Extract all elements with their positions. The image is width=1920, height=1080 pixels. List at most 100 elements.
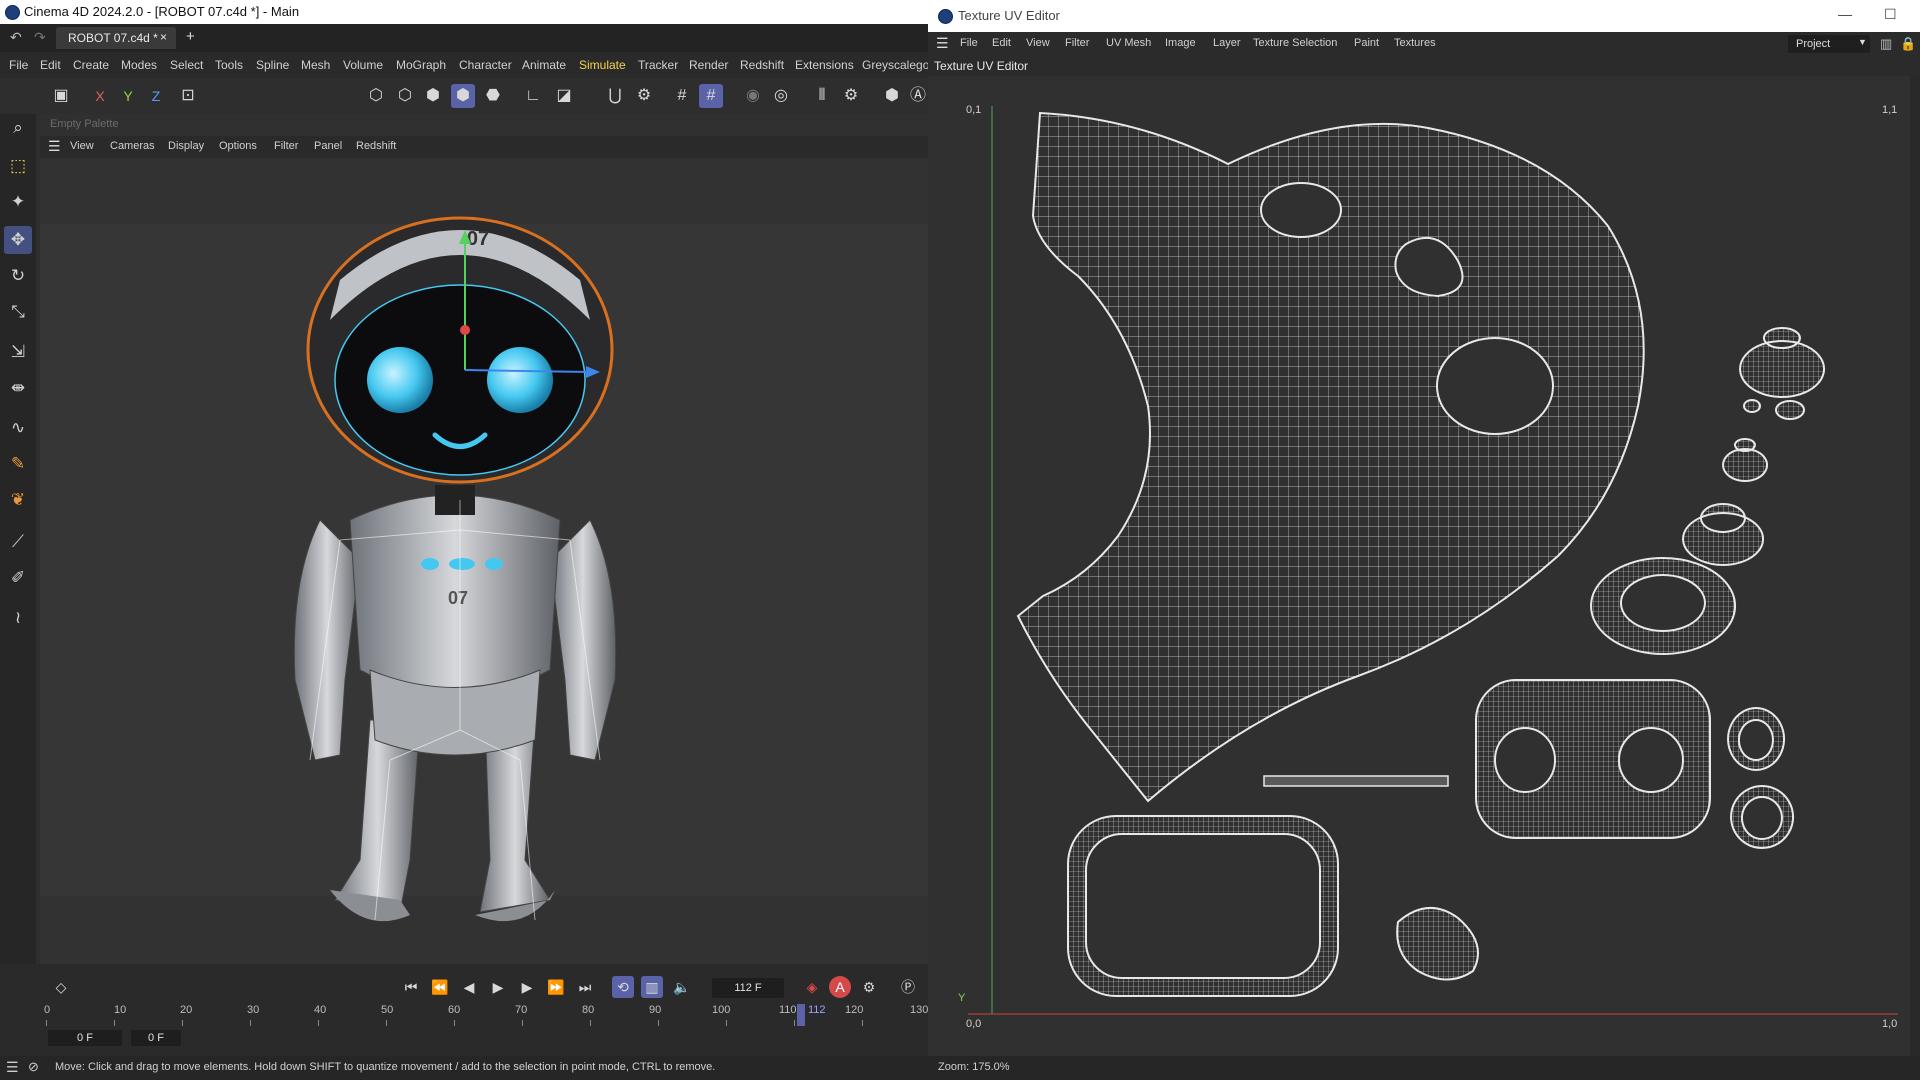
workplane-grid-icon[interactable]: # (699, 84, 723, 108)
viewport-menu-cameras[interactable]: Cameras (110, 140, 155, 152)
coordinate-system-icon[interactable]: ⊡ (176, 84, 200, 108)
previous-key-icon[interactable]: ⏪ (429, 976, 451, 998)
points-mode-icon[interactable]: ⬡ (364, 84, 388, 108)
axis-y-toggle[interactable]: Y (116, 84, 140, 108)
menu-extensions[interactable]: Extensions (795, 58, 854, 72)
status-menu-icon[interactable]: ☰ (6, 1059, 19, 1076)
move-tool-icon[interactable]: ✥ (4, 226, 32, 254)
menu-volume[interactable]: Volume (343, 58, 383, 72)
menu-tracker[interactable]: Tracker (638, 58, 678, 72)
brush-tool-icon[interactable]: ⟋ (4, 528, 32, 556)
redo-icon[interactable]: ↷ (34, 29, 46, 46)
viewport-menu-filter[interactable]: Filter (274, 140, 298, 152)
uv-menu-edit[interactable]: Edit (992, 37, 1011, 49)
preview-start-field[interactable]: 0 F (131, 1030, 181, 1046)
next-frame-icon[interactable]: ▶ (516, 976, 538, 998)
auto-key-icon[interactable]: Ⓐ (906, 84, 930, 108)
sketch-tool-icon[interactable]: ✎ (4, 450, 32, 478)
rotate-tool-icon[interactable]: ↻ (4, 262, 32, 290)
timeline-playhead[interactable] (797, 1004, 805, 1026)
project-dropdown[interactable]: Project ▼ (1788, 35, 1870, 53)
snap-magnet-icon[interactable]: ⋃ (603, 84, 627, 108)
paint-tool-icon[interactable]: ❦ (4, 486, 32, 514)
viewport-menu-view[interactable]: View (70, 140, 94, 152)
lock-icon[interactable]: 🔒 (1900, 36, 1916, 52)
menu-select[interactable]: Select (170, 58, 203, 72)
search-icon[interactable]: ⌕ (4, 114, 32, 142)
record-keys-icon[interactable]: ◈ (801, 976, 823, 998)
menu-spline[interactable]: Spline (256, 58, 289, 72)
axis-z-toggle[interactable]: Z (144, 84, 168, 108)
snap-settings-icon[interactable]: ⚙ (632, 84, 656, 108)
knife-tool-icon[interactable]: ✐ (4, 564, 32, 592)
viewport-menu-display[interactable]: Display (168, 140, 204, 152)
play-icon[interactable]: ▶ (487, 976, 509, 998)
transform-tool-icon[interactable]: ⇲ (4, 338, 32, 366)
live-selection-icon[interactable]: ✦ (4, 188, 32, 216)
spline-pen-icon[interactable]: ∿ (4, 414, 32, 442)
menu-file[interactable]: File (9, 58, 28, 72)
uv-menu-paint[interactable]: Paint (1354, 37, 1379, 49)
go-to-start-icon[interactable]: ⏮ (400, 976, 422, 998)
grid-icon[interactable]: # (670, 84, 694, 108)
viewport-menu-options[interactable]: Options (219, 140, 257, 152)
uv-mesh-view[interactable] (928, 76, 1910, 1056)
uv-menu-file[interactable]: File (960, 37, 978, 49)
object-mode-icon[interactable]: ▣ (49, 84, 73, 108)
previous-frame-icon[interactable]: ◀ (458, 976, 480, 998)
go-to-end-icon[interactable]: ⏭ (574, 976, 596, 998)
menu-mesh[interactable]: Mesh (301, 58, 330, 72)
texture-mode-icon[interactable]: ⬣ (481, 84, 505, 108)
edges-mode-icon[interactable]: ⬡ (393, 84, 417, 108)
uv-menu-filter[interactable]: Filter (1065, 37, 1089, 49)
axis-mode-icon[interactable]: ∟ (521, 84, 545, 108)
maximize-icon[interactable]: ☐ (1884, 6, 1897, 23)
menu-tools[interactable]: Tools (215, 58, 243, 72)
hamburger-menu-icon[interactable]: ☰ (936, 35, 949, 52)
uv-menu-textures[interactable]: Textures (1394, 37, 1436, 49)
menu-create[interactable]: Create (73, 58, 109, 72)
key-settings-icon[interactable]: ⚙ (858, 976, 880, 998)
polygons-mode-icon[interactable]: ⬢ (421, 84, 445, 108)
render-view-icon[interactable]: ◉ (741, 84, 765, 108)
model-mode-icon[interactable]: ⬢ (451, 84, 475, 108)
autokey-icon[interactable]: A (829, 976, 851, 998)
viewport-menu-redshift[interactable]: Redshift (356, 140, 396, 152)
uv-menu-view[interactable]: View (1026, 37, 1050, 49)
uv-menu-image[interactable]: Image (1165, 37, 1196, 49)
robot-model[interactable]: 07 07 (250, 200, 660, 940)
menu-mograph[interactable]: MoGraph (396, 58, 446, 72)
playback-rate-icon[interactable]: ▥ (641, 976, 663, 998)
panel-layout-icon[interactable]: ▥ (1880, 36, 1892, 52)
viewport-menu-panel[interactable]: Panel (314, 140, 342, 152)
timeline-mode-icon[interactable]: Ⓟ (897, 976, 919, 998)
menu-simulate[interactable]: Simulate (579, 58, 626, 72)
uv-menu-texture-selection[interactable]: Texture Selection (1253, 37, 1337, 49)
menu-edit[interactable]: Edit (40, 58, 61, 72)
timeline-ruler[interactable]: 0 10 20 30 40 50 60 70 80 90 100 110 120… (44, 1004, 928, 1026)
close-tab-icon[interactable]: × (160, 30, 167, 44)
start-frame-field[interactable]: 0 F (48, 1030, 122, 1046)
uv-canvas[interactable]: 0,1 1,1 0,0 1,0 Y (928, 76, 1910, 1056)
next-key-icon[interactable]: ⏩ (545, 976, 567, 998)
symmetry-icon[interactable]: ⫴ (810, 84, 834, 108)
magnet-tool-icon[interactable]: ≀ (4, 604, 32, 632)
undo-icon[interactable]: ↶ (10, 29, 22, 46)
hamburger-menu-icon[interactable]: ☰ (48, 138, 61, 155)
uv-menu-uv-mesh[interactable]: UV Mesh (1106, 37, 1151, 49)
sound-icon[interactable]: 🔈 (671, 976, 693, 998)
menu-greyscalegorilla[interactable]: Greyscalegor (862, 58, 933, 72)
tweak-mode-icon[interactable]: ◪ (552, 84, 576, 108)
selection-tool-icon[interactable]: ⬚ (4, 152, 32, 180)
document-tab[interactable]: ROBOT 07.c4d * × (56, 27, 176, 49)
current-frame-field[interactable]: 112 F (712, 978, 784, 998)
menu-character[interactable]: Character (459, 58, 512, 72)
render-settings-icon[interactable]: ◎ (769, 84, 793, 108)
uv-menu-layer[interactable]: Layer (1213, 37, 1241, 49)
menu-animate[interactable]: Animate (522, 58, 566, 72)
keyframe-diamond-icon[interactable]: ◇ (50, 976, 72, 998)
minimize-icon[interactable]: — (1838, 6, 1852, 22)
placement-tool-icon[interactable]: ⇼ (4, 374, 32, 402)
menu-modes[interactable]: Modes (121, 58, 157, 72)
scale-tool-icon[interactable]: ⤡ (4, 298, 32, 326)
